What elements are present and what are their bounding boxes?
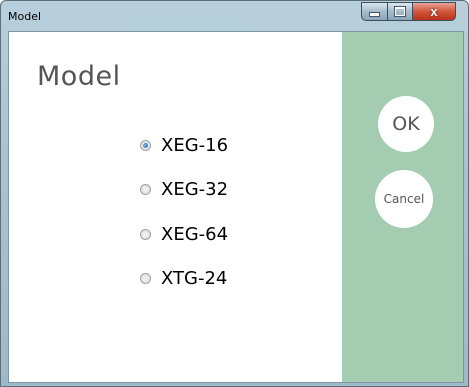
radio-unchecked-icon[interactable] xyxy=(140,272,151,284)
radio-option-xtg-24[interactable]: XTG-24 xyxy=(140,265,290,291)
radio-unchecked-icon[interactable] xyxy=(140,228,151,240)
radio-label[interactable]: XEG-16 xyxy=(161,135,228,156)
minimize-icon xyxy=(369,12,380,17)
radio-label[interactable]: XTG-24 xyxy=(161,268,227,289)
radio-option-xeg-64[interactable]: XEG-64 xyxy=(140,221,290,247)
radio-checked-icon[interactable] xyxy=(140,139,151,151)
window-controls: x xyxy=(361,2,456,22)
maximize-button[interactable] xyxy=(387,2,412,21)
options-pane: Model XEG-16 XEG-32 XEG-64 XTG-24 xyxy=(9,32,342,382)
radio-option-xeg-16[interactable]: XEG-16 xyxy=(140,132,290,158)
minimize-button[interactable] xyxy=(361,2,387,21)
window-title: Model xyxy=(8,10,42,23)
close-button[interactable]: x xyxy=(412,2,456,21)
title-bar[interactable]: Model x xyxy=(1,1,468,31)
action-pane: OK Cancel xyxy=(342,32,463,382)
radio-option-xeg-32[interactable]: XEG-32 xyxy=(140,176,290,202)
dialog-heading: Model xyxy=(37,61,121,92)
dialog-content: Model XEG-16 XEG-32 XEG-64 XTG-24 OK Can… xyxy=(8,31,464,383)
maximize-icon xyxy=(394,6,406,17)
radio-label[interactable]: XEG-32 xyxy=(161,179,228,200)
close-icon: x xyxy=(430,4,438,19)
radio-unchecked-icon[interactable] xyxy=(140,183,151,195)
ok-button[interactable]: OK xyxy=(378,96,434,152)
cancel-button[interactable]: Cancel xyxy=(375,170,433,228)
dialog-window: Model x Model XEG-16 XEG-32 XEG-64 XTG-2… xyxy=(0,0,469,387)
radio-label[interactable]: XEG-64 xyxy=(161,224,228,245)
